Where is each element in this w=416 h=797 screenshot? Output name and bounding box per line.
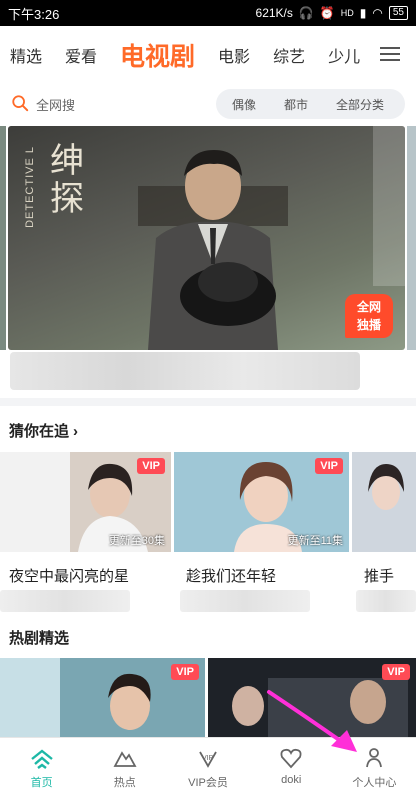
tab-kids[interactable]: 少儿 <box>328 43 360 67</box>
banner-overlay <box>373 126 405 286</box>
alarm-icon: ⏰ <box>319 6 335 20</box>
banner-carousel[interactable]: DETECTIVE L 绅探 全网 独播 <box>0 126 416 350</box>
chevron-right-icon: › <box>73 423 79 440</box>
banner-slide[interactable]: DETECTIVE L 绅探 全网 独播 <box>8 126 405 350</box>
section-divider <box>0 398 416 406</box>
search-row: 全网搜 偶像 都市 全部分类 <box>0 86 416 122</box>
banner-prev-peek <box>0 126 6 350</box>
vip-badge: VIP <box>171 664 199 680</box>
tab-movies[interactable]: 电影 <box>218 43 250 67</box>
following-card-3-title[interactable]: 推手 <box>364 565 394 586</box>
tab-tv-series[interactable]: 电视剧 <box>120 37 195 73</box>
tab-favorites[interactable]: 爱看 <box>65 43 97 67</box>
vip-badge: VIP <box>382 664 410 680</box>
thumbnail-image <box>352 452 416 552</box>
network-speed: 621K/s <box>255 6 293 20</box>
tab-variety[interactable]: 综艺 <box>273 43 305 67</box>
banner-caption-redacted <box>10 352 360 390</box>
wifi-icon: ◠ <box>372 6 383 20</box>
home-icon <box>30 749 53 769</box>
headset-icon: 🎧 <box>298 6 314 20</box>
filter-idol[interactable]: 偶像 <box>232 96 256 113</box>
signal-icon: ▮ <box>359 6 367 20</box>
channel-tabs: 精选 爱看 电视剧 电影 综艺 少儿 <box>0 26 416 84</box>
nav-trending[interactable]: 热点 <box>83 738 166 797</box>
heart-icon <box>280 748 302 769</box>
status-bar: 下午3:26 621K/s 🎧 ⏰ HD ▮ ◠ 55 <box>0 0 416 26</box>
banner-title-block: DETECTIVE L 绅探 <box>18 136 88 246</box>
search-icon[interactable] <box>11 94 29 112</box>
filter-pill: 偶像 都市 全部分类 <box>216 89 405 119</box>
hd-signal-icon: HD <box>340 8 354 18</box>
tab-featured[interactable]: 精选 <box>10 43 42 67</box>
episode-update: 更新至11集 <box>287 535 343 547</box>
episode-update: 更新至30集 <box>108 535 165 547</box>
filter-all-categories[interactable]: 全部分类 <box>336 96 384 113</box>
banner-character-image <box>138 150 288 350</box>
following-card-1-title[interactable]: 夜空中最闪亮的星 <box>9 565 129 586</box>
nav-doki[interactable]: doki <box>250 738 333 797</box>
hot-card-1[interactable]: VIP <box>0 658 205 738</box>
hot-card-2[interactable]: VIP <box>208 658 416 738</box>
banner-title-en: DETECTIVE L <box>24 146 36 228</box>
vip-badge: VIP <box>137 458 165 474</box>
banner-next-peek <box>407 126 416 350</box>
person-icon <box>366 748 383 768</box>
following-card-3-subtitle-redacted <box>356 590 416 612</box>
svg-text:VIP: VIP <box>202 755 214 762</box>
vip-icon: VIP <box>199 751 217 768</box>
vip-badge: VIP <box>315 458 343 474</box>
nav-home[interactable]: 首页 <box>0 738 83 797</box>
following-card-2-subtitle-redacted <box>180 590 310 612</box>
following-section-title[interactable]: 猜你在追 › <box>9 420 78 441</box>
battery-icon: 55 <box>388 6 408 20</box>
bottom-nav: 首页 热点 VIP VIP会员 doki 个人中心 <box>0 737 416 797</box>
following-card-3[interactable] <box>352 452 416 552</box>
banner-title: 绅探 <box>50 141 84 219</box>
search-input[interactable]: 全网搜 <box>36 95 75 114</box>
filter-urban[interactable]: 都市 <box>284 96 308 113</box>
status-time: 下午3:26 <box>8 6 60 22</box>
mountain-icon <box>113 751 137 767</box>
following-card-2-title[interactable]: 趁我们还年轻 <box>186 565 276 586</box>
nav-vip[interactable]: VIP VIP会员 <box>166 738 249 797</box>
following-card-1[interactable]: VIP 更新至30集 <box>0 452 171 552</box>
following-card-2[interactable]: VIP 更新至11集 <box>174 452 349 552</box>
nav-profile[interactable]: 个人中心 <box>333 738 416 797</box>
following-card-1-subtitle-redacted <box>0 590 130 612</box>
exclusive-badge: 全网 独播 <box>345 294 393 338</box>
menu-icon[interactable] <box>380 47 400 61</box>
hot-section-title: 热剧精选 <box>9 630 70 647</box>
